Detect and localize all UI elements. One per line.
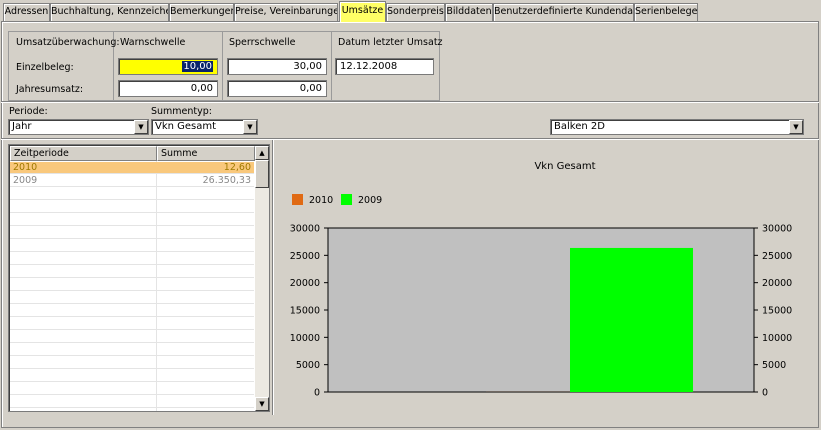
y-tick-label-right: 0 [762,388,768,399]
separator [1,101,819,103]
table-scrollbar[interactable]: ▲ ▼ [255,146,269,411]
tab-adressen[interactable]: Adressen [3,3,50,21]
monitoring-title: Umsatzüberwachung: [16,37,120,48]
chevron-down-icon[interactable]: ▼ [789,120,803,134]
y-tick-label-right: 5000 [762,360,786,371]
revenue-chart: Vkn Gesamt 2010 2009 0 0 5000 5000 10000 10000 15… [276,142,816,414]
table-row[interactable] [10,188,254,200]
grid-divider [331,31,332,101]
table-row[interactable] [10,409,254,411]
table-row[interactable] [10,292,254,304]
single-warn-threshold-input[interactable]: 10,00 [118,58,218,75]
y-tick-label-left: 15000 [290,306,320,317]
column-header-sum[interactable]: Summe [157,146,255,161]
chart-type-select[interactable]: Balken 2D ▼ [550,119,804,135]
sumtype-label: Summentyp: [151,106,213,117]
table-row[interactable] [10,214,254,226]
legend-swatch [292,194,303,205]
table-row[interactable]: 2010 12,60 [10,162,254,174]
tab-sonderpreise[interactable]: Sonderpreise [386,3,445,21]
y-tick-label-left: 0 [314,388,320,399]
y-tick-label-left: 10000 [290,333,320,344]
y-tick-label-left: 5000 [296,360,320,371]
scroll-thumb[interactable] [255,160,269,188]
cell-sum: 26.350,33 [202,175,251,186]
chart-svg: Vkn Gesamt 2010 2009 0 0 5000 5000 10000 10000 15… [290,161,792,399]
tab-bilddaten[interactable]: Bilddaten [445,3,493,21]
scroll-down-icon[interactable]: ▼ [255,397,269,411]
table-row[interactable] [10,253,254,265]
single-document-label: Einzelbeleg: [16,62,74,73]
chevron-down-icon[interactable]: ▼ [134,120,148,134]
table-row[interactable] [10,305,254,317]
y-tick-label-right: 20000 [762,278,792,289]
y-tick-label-left: 20000 [290,278,320,289]
tab-benutzerdefiniert[interactable]: Benutzerdefinierte Kundendaten [493,3,634,21]
period-select-value: Jahr [12,121,32,132]
splitter[interactable] [272,140,274,415]
y-tick-label-right: 25000 [762,251,792,262]
tab-serienbelege[interactable]: Serienbelege [634,3,698,21]
legend-swatch [341,194,352,205]
legend-label: 2010 [309,195,333,206]
chart-title: Vkn Gesamt [534,161,595,172]
legend-label: 2009 [358,195,382,206]
cell-period: 2009 [13,175,38,186]
grid-divider [222,31,223,101]
cell-sum: 12,60 [223,162,251,173]
table-row[interactable] [10,201,254,213]
table-row[interactable] [10,266,254,278]
table-row[interactable] [10,227,254,239]
single-block-threshold-input[interactable]: 30,00 [227,58,327,75]
table-row[interactable] [10,318,254,330]
warn-threshold-header: Warnschwelle [120,37,186,48]
period-label: Periode: [9,106,48,117]
y-tick-label-right: 30000 [762,224,792,235]
table-row[interactable] [10,344,254,356]
block-threshold-header: Sperrschwelle [229,37,296,48]
tab-bar: Adressen Buchhaltung, Kennzeichen Bemerk… [0,0,821,22]
table-row[interactable] [10,331,254,343]
y-tick-label-left: 25000 [290,251,320,262]
period-select[interactable]: Jahr ▼ [8,119,149,135]
cell-period: 2010 [13,162,38,173]
column-header-period[interactable]: Zeitperiode [10,146,157,161]
y-tick-label-right: 15000 [762,306,792,317]
table-row[interactable] [10,396,254,408]
table-row[interactable] [10,240,254,252]
last-sale-date-input[interactable]: 12.12.2008 [335,58,434,75]
table-row[interactable] [10,370,254,382]
annual-block-threshold-input[interactable]: 0,00 [227,80,327,97]
annual-revenue-label: Jahresumsatz: [16,84,84,95]
separator [1,138,819,140]
table-row[interactable]: 2009 26.350,33 [10,175,254,187]
revenue-table: Zeitperiode Summe 2010 12,60 2009 26.350,33… [8,144,270,412]
table-row[interactable] [10,383,254,395]
tab-preise[interactable]: Preise, Vereinbarungen [234,3,338,21]
y-tick-label-left: 30000 [290,224,320,235]
chevron-down-icon[interactable]: ▼ [243,120,257,134]
chart-type-select-value: Balken 2D [554,121,605,132]
table-row[interactable] [10,279,254,291]
tab-bemerkungen[interactable]: Bemerkungen [169,3,234,21]
annual-warn-threshold-input[interactable]: 0,00 [118,80,218,97]
tab-buchhaltung[interactable]: Buchhaltung, Kennzeichen [50,3,169,21]
scroll-up-icon[interactable]: ▲ [255,146,269,160]
sumtype-select-value: Vkn Gesamt [155,121,217,132]
bar-2009 [570,247,693,392]
y-tick-label-right: 10000 [762,333,792,344]
table-row[interactable] [10,357,254,369]
sumtype-select[interactable]: Vkn Gesamt ▼ [151,119,258,135]
last-sale-date-header: Datum letzter Umsatz [338,37,443,48]
tab-umsaetze[interactable]: Umsätze [339,1,386,22]
